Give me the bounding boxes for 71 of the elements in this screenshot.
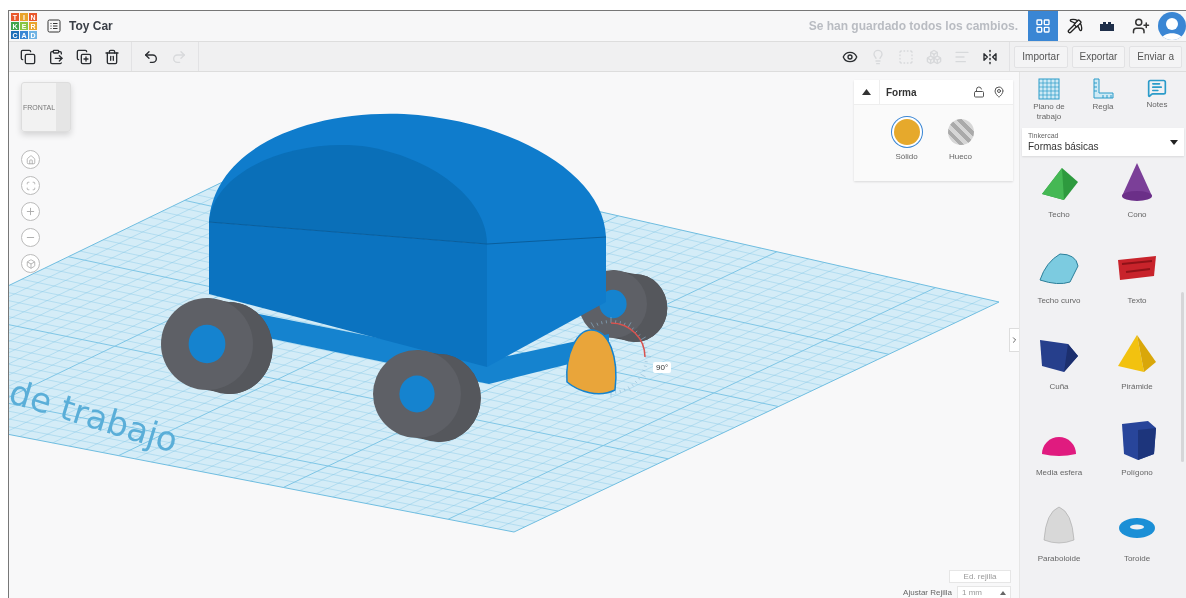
ruler-icon [1092,78,1114,100]
trash-icon [104,48,120,65]
workplane-label: de trabajo [9,371,183,461]
brick-icon [1099,20,1115,32]
shape-label: Cuña [1049,382,1069,391]
shape-label: Cono [1127,210,1147,219]
panel-tool-button[interactable]: Regla [1078,78,1128,126]
panel-toggle-button[interactable] [1009,328,1019,352]
document-title[interactable]: Toy Car [69,19,113,33]
grid-icon [1035,18,1051,34]
shape-label: Techo [1048,210,1070,219]
shape-tile[interactable]: Cono [1098,160,1176,246]
lock-open-svg [973,86,985,98]
action-button[interactable]: Importar [1014,45,1068,68]
caret-icon [1170,139,1178,145]
add-user-icon [1132,17,1150,35]
shape-tile[interactable]: Paraboloide [1020,504,1098,590]
plus-icon [25,206,36,217]
shape-tile[interactable]: Texto [1098,246,1176,332]
boxes-icon [926,48,943,65]
shape-tile[interactable]: Toroide [1098,504,1176,590]
shape-tile[interactable]: Cuña [1020,332,1098,418]
snap-grid-select[interactable]: 1 mm [957,586,1011,598]
option-label: Hueco [948,152,973,161]
caret-up-icon [862,89,871,95]
shape-label: Paraboloide [1037,554,1081,563]
shape-tile[interactable]: Pirámide [1098,332,1176,418]
inspector-title: Forma [886,86,918,98]
shape-label: Pirámide [1121,382,1153,391]
copy-icon [20,48,36,65]
chevron-right-icon [1010,335,1019,345]
shape-tile[interactable]: Techo [1020,160,1098,246]
shape-label: Texto [1127,296,1147,305]
action-button[interactable]: Exportar [1071,45,1126,68]
fit-frame-icon [25,180,36,191]
lock-button[interactable] [973,86,985,98]
grid-plane-icon [1038,78,1060,100]
mirror-icon [982,48,999,65]
note-icon [1147,78,1167,98]
user-avatar[interactable] [1158,12,1186,40]
list-icon[interactable] [47,19,61,33]
duplicate-icon [76,48,92,65]
shape-label: Polígono [1121,468,1153,477]
paste-icon [48,48,64,65]
shape-label: Toroide [1123,554,1151,563]
app-switch-button[interactable] [1028,11,1058,41]
edit-grid-button[interactable]: Ed. rejilla [949,570,1011,583]
option-label: Sólido [895,152,918,161]
dashed-square-icon [898,48,915,65]
undo-arrow-icon [143,48,159,65]
pin-button[interactable] [993,86,1005,98]
rotation-angle-label: 90° [653,362,672,373]
shape-label: Media esfera [1035,468,1083,477]
shape-label: Techo curvo [1037,296,1081,305]
redo-arrow-icon [171,48,187,65]
shape-type-option[interactable]: Hueco [947,119,974,161]
shape-tile[interactable]: Polígono [1098,418,1176,504]
snap-grid-label: Ajustar Rejilla [903,588,952,597]
panel-tool-button[interactable]: Notes [1132,78,1182,126]
action-button[interactable]: Enviar a [1129,45,1182,68]
home-icon [25,154,36,165]
save-status: Se han guardado todos los cambios. [808,19,1018,33]
cube-icon [25,258,36,269]
shape-type-option[interactable]: Sólido [893,119,920,161]
dropdown-value: Formas básicas [1028,141,1100,152]
caret-icon [1000,590,1006,595]
shape-tile[interactable]: Media esfera [1020,418,1098,504]
shape-tile[interactable]: Techo curvo [1020,246,1098,332]
panel-tool-button[interactable]: Plano de trabajo [1024,78,1074,126]
pin-svg-icon [993,86,1005,98]
pickaxe-icon [1067,18,1083,34]
